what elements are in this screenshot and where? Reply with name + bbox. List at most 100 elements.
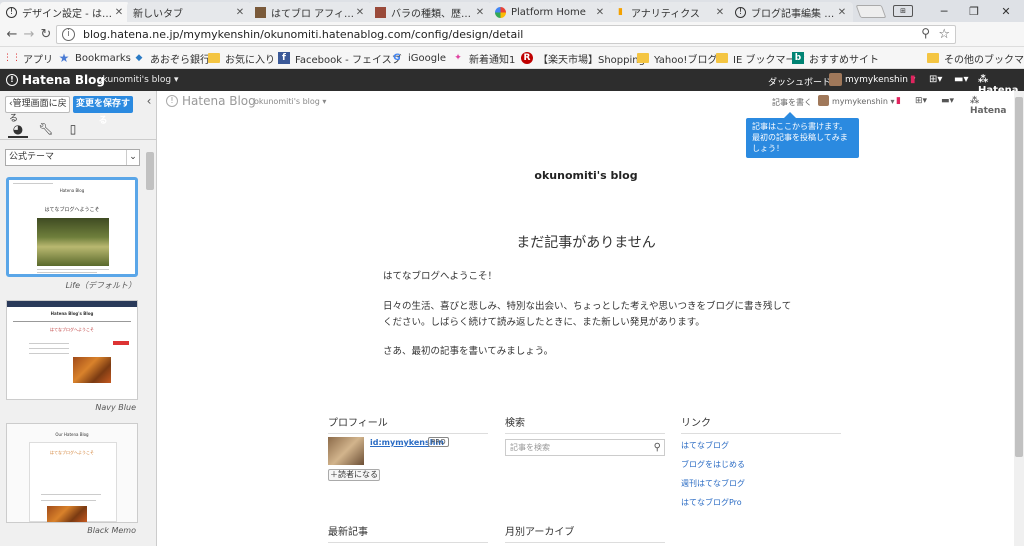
tab-roses[interactable]: バラの種類、歴史、ぎ ✕ <box>369 2 491 22</box>
bookmark-label: Facebook - フェイスブ <box>295 54 402 66</box>
restore-icon[interactable]: ❐ <box>959 0 989 22</box>
mini-text <box>29 353 69 354</box>
theme-name-life: Life（デフォルト） <box>65 281 136 290</box>
bookmark-igoogle[interactable]: GiGoogle <box>391 51 446 65</box>
link-hatena-blog[interactable]: はてなブログ <box>681 440 729 451</box>
tab-platform-home[interactable]: Platform Home ✕ <box>489 2 611 22</box>
cta-paragraph: さあ、最初の記事を書いてみましょう。 <box>383 346 554 357</box>
bookmark-star-icon[interactable]: ☆ <box>938 27 950 42</box>
bookmark-yahoo-blog[interactable]: Yahoo!ブログ <box>637 51 717 66</box>
bookmark-notify[interactable]: ✦ 新着通知1 <box>452 51 515 66</box>
module-heading: 月別アーカイブ <box>505 523 665 543</box>
new-tab-button[interactable] <box>855 5 887 18</box>
tab-design-settings[interactable]: ! デザイン設定 - はてな ✕ <box>0 2 130 22</box>
rakuten-icon: R <box>521 52 533 64</box>
tab-blog-edit[interactable]: ! ブログ記事編集 - は ✕ <box>729 2 853 22</box>
panel-scrollbar[interactable] <box>145 149 155 544</box>
mini-welcome: はてなブログへようこそ <box>50 327 94 332</box>
hatena-brand-link[interactable]: ⁂ Hatena <box>970 96 1014 116</box>
bing-icon: b <box>792 52 804 64</box>
profile-icon[interactable]: ⊞ <box>893 5 913 17</box>
scroll-thumb[interactable] <box>1015 97 1023 457</box>
theme-card-black-memo[interactable]: Our Hatena Blog はてなブログへようこそ <box>6 423 138 523</box>
notification-icon[interactable]: ▬▾ <box>941 96 954 106</box>
bookmarks-bar: ⋮⋮ アプリ ★ Bookmarks ◆ あおぞら銀行 お気に入り f Facebook… <box>0 47 1024 69</box>
profile-image[interactable] <box>328 437 364 465</box>
avatar[interactable] <box>818 95 829 106</box>
tab-new[interactable]: 新しいタブ ✕ <box>127 2 251 22</box>
preview-blog-selector[interactable]: okunomiti's blog ▾ <box>254 97 326 106</box>
preview-scrollbar[interactable] <box>1014 91 1024 546</box>
wrench-icon[interactable]: 🔧︎ <box>36 120 56 138</box>
close-icon[interactable]: ✕ <box>715 7 725 18</box>
info-icon[interactable]: i <box>62 28 75 41</box>
close-icon[interactable]: ✕ <box>355 7 365 18</box>
search-icon[interactable]: ⚲ <box>654 440 661 455</box>
bookmark-rakuten[interactable]: R 【楽天市場】Shopping <box>521 51 645 66</box>
smartphone-icon[interactable]: ▯ <box>63 120 83 138</box>
bookmark-flag-icon[interactable]: ▮ <box>910 74 916 85</box>
theme-card-life[interactable]: Hatena Blog はてなブログへようこそ <box>6 177 138 277</box>
blog-title[interactable]: okunomiti's blog <box>158 169 1014 182</box>
bookmark-favorites[interactable]: お気に入り <box>208 51 275 66</box>
dashboard-link[interactable]: ダッシュボード ▾ <box>768 75 838 88</box>
link-weekly-hatena[interactable]: 週刊はてなブログ <box>681 478 745 489</box>
image-icon <box>375 6 386 18</box>
mini-welcome: はてなブログへようこそ <box>50 450 94 455</box>
window-close-icon[interactable]: ✕ <box>991 0 1021 22</box>
preview-hatena-logo[interactable]: ! Hatena Blog <box>166 94 256 108</box>
link-hatena-pro[interactable]: はてなブログPro <box>681 497 742 508</box>
save-changes-button[interactable]: 変更を保存する <box>73 96 133 126</box>
notification-icon[interactable]: ▬▾ <box>954 74 968 85</box>
close-icon[interactable]: ✕ <box>114 7 124 18</box>
theme-category-value: 公式テーマ <box>9 152 55 162</box>
bookmark-flag-icon[interactable]: ▮ <box>896 96 901 106</box>
bookmark-facebook[interactable]: f Facebook - フェイスブ <box>278 51 402 66</box>
grid-menu-icon[interactable]: ⊞▾ <box>929 74 942 85</box>
folder-icon <box>208 53 220 63</box>
browser-toolbar: ← → ↻ i blog.hatena.ne.jp/mymykenshin/ok… <box>0 22 1024 64</box>
blog-selector[interactable]: okunomiti's blog ▾ <box>97 75 179 85</box>
close-icon[interactable]: ✕ <box>235 7 245 18</box>
back-arrow-icon[interactable]: ← <box>4 26 20 42</box>
bookmark-bookmarks[interactable]: ★ Bookmarks <box>58 51 131 65</box>
tab-analytics[interactable]: ▮ アナリティクス ✕ <box>609 2 731 22</box>
close-icon[interactable]: ✕ <box>595 7 605 18</box>
theme-name-navy-blue: Navy Blue <box>95 403 136 412</box>
tab-title: 新しいタブ <box>133 8 183 20</box>
preview-user-menu[interactable]: mymykenshin ▾ <box>832 97 894 106</box>
theme-card-navy-blue[interactable]: Hatena Blog's Blog はてなブログへようこそ <box>6 300 138 400</box>
user-menu[interactable]: mymykenshin ▾ <box>845 75 915 85</box>
back-to-admin-button[interactable]: ‹管理画面に戻る <box>5 96 70 124</box>
mini-welcome: はてなブログへようこそ <box>44 207 100 213</box>
scroll-thumb[interactable] <box>146 152 154 190</box>
address-bar[interactable]: i blog.hatena.ne.jp/mymykenshin/okunomit… <box>56 25 956 44</box>
zoom-icon[interactable]: ⚲ <box>921 26 930 40</box>
follow-button[interactable]: ＋読者になる <box>328 469 380 481</box>
close-icon[interactable]: ✕ <box>837 7 847 18</box>
bookmark-label: 【楽天市場】Shopping <box>538 54 645 66</box>
link-start-blog[interactable]: ブログをはじめる <box>681 459 745 470</box>
avatar[interactable] <box>829 73 842 86</box>
theme-palette-icon[interactable]: ◕ <box>8 120 28 138</box>
write-post-link[interactable]: 記事を書く <box>772 97 812 108</box>
forward-arrow-icon[interactable]: → <box>21 26 37 42</box>
bookmark-recommended[interactable]: b おすすめサイト <box>792 51 879 66</box>
reload-icon[interactable]: ↻ <box>38 26 54 42</box>
hatena-blog-logo[interactable]: ! Hatena Blog <box>6 73 105 87</box>
tab-title: アナリティクス <box>631 8 700 20</box>
tab-affiliate[interactable]: はてブロ アフィリエイト ✕ <box>249 2 371 22</box>
bookmark-apps[interactable]: ⋮⋮ アプリ <box>3 51 53 66</box>
minimize-icon[interactable]: ─ <box>929 0 959 22</box>
grid-menu-icon[interactable]: ⊞▾ <box>915 96 927 106</box>
bookmark-label: Bookmarks <box>75 52 131 64</box>
bookmark-other[interactable]: その他のブックマーク <box>927 51 1024 66</box>
bookmark-aozora[interactable]: ◆ あおぞら銀行 <box>133 51 210 66</box>
theme-category-select[interactable]: 公式テーマ ⌄ <box>5 149 140 166</box>
collapse-panel-icon[interactable]: ‹ <box>143 93 155 110</box>
close-icon[interactable]: ✕ <box>475 7 485 18</box>
search-input[interactable]: 記事を検索 ⚲ <box>505 439 665 456</box>
search-module: 検索 記事を検索 ⚲ <box>505 414 665 464</box>
design-panel: ‹管理画面に戻る 変更を保存する ‹ ◕ 🔧︎ ▯ 公式テーマ ⌄ Hatena… <box>0 91 157 546</box>
mini-text <box>29 343 69 344</box>
